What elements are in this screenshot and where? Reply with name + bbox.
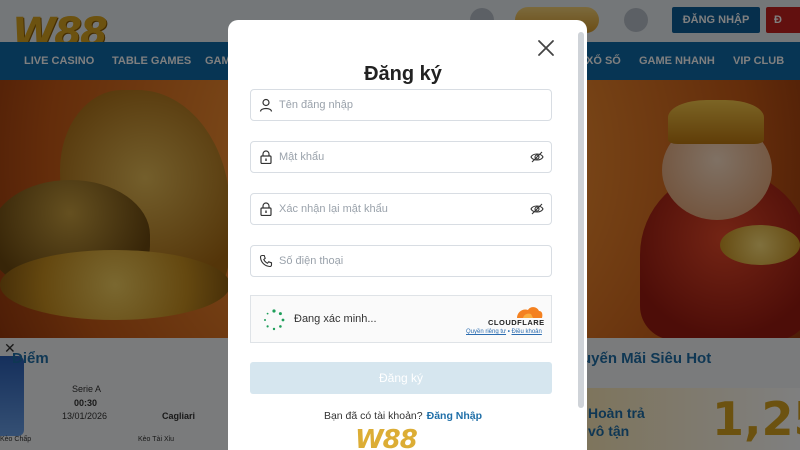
spinner-icon	[264, 309, 285, 331]
password-input[interactable]	[279, 142, 519, 172]
modal-title: Đăng ký	[364, 63, 442, 85]
lock-icon	[260, 202, 272, 216]
user-icon	[259, 98, 273, 112]
login-link[interactable]: Đăng Nhập	[427, 410, 482, 422]
confirm-password-field[interactable]	[250, 193, 552, 225]
privacy-link[interactable]: Quyền riêng tư	[466, 329, 506, 335]
password-field[interactable]	[250, 141, 552, 173]
register-submit-button[interactable]: Đăng ký	[250, 362, 552, 394]
terms-link[interactable]: Điều khoản	[512, 329, 542, 335]
have-account-text: Bạn đã có tài khoản?	[323, 410, 423, 422]
phone-input[interactable]	[279, 246, 519, 276]
have-account-row: Bạn đã có tài khoản? Đăng Nhập	[228, 410, 578, 422]
link-separator: •	[507, 329, 510, 335]
captcha-links: Quyền riêng tư • Điều khoản	[466, 329, 542, 335]
cloudflare-wordmark: CLOUDFLARE	[488, 318, 545, 327]
confirm-password-input[interactable]	[279, 194, 519, 224]
close-icon[interactable]	[536, 38, 556, 58]
eye-off-icon[interactable]	[530, 150, 544, 164]
cloudflare-captcha[interactable]: Đang xác minh... CLOUDFLARE Quyền riêng …	[250, 295, 552, 343]
eye-off-icon[interactable]	[530, 202, 544, 216]
register-modal: Đăng ký Tên đăng nhập Số điện thoại Đang…	[228, 20, 587, 450]
captcha-status: Đang xác minh...	[294, 313, 377, 325]
modal-footer-logo: W88	[355, 425, 418, 450]
lock-icon	[260, 150, 272, 164]
username-input[interactable]	[279, 90, 519, 120]
username-field[interactable]	[250, 89, 552, 121]
phone-field[interactable]	[250, 245, 552, 277]
modal-scrollbar[interactable]	[578, 32, 584, 408]
phone-icon	[259, 254, 273, 268]
